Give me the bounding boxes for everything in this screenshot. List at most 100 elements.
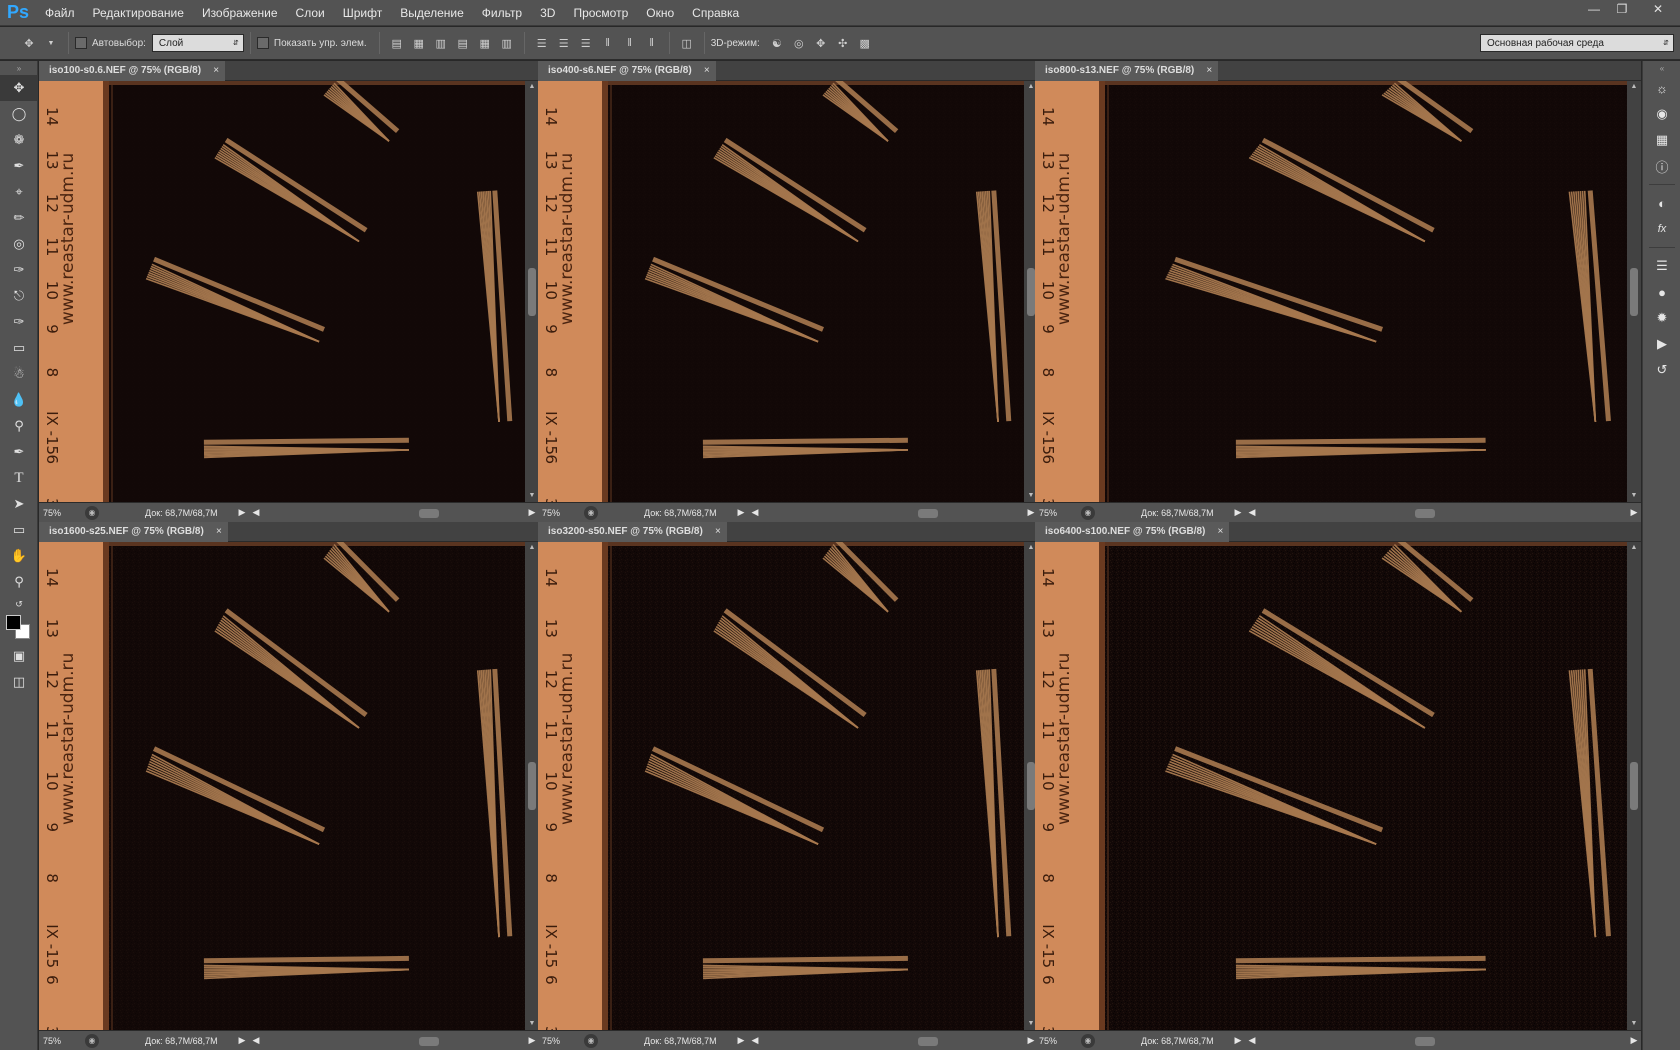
menu-layers[interactable]: Слои bbox=[287, 0, 334, 26]
healing-brush-tool-icon[interactable]: ◎ bbox=[0, 231, 38, 257]
show-controls-checkbox[interactable] bbox=[256, 37, 269, 49]
history-brush-tool-icon[interactable]: ✑ bbox=[0, 309, 38, 335]
scroll-thumb[interactable] bbox=[528, 267, 536, 316]
zoom-level[interactable]: 75% bbox=[1035, 508, 1081, 518]
eraser-tool-icon[interactable]: ▭ bbox=[0, 335, 38, 361]
document-canvas[interactable]: 141312111098IX -15635-72www.reastar-udm.… bbox=[1035, 542, 1627, 1030]
styles-panel-icon[interactable]: fx bbox=[1643, 216, 1680, 242]
horizontal-scrollbar[interactable] bbox=[263, 506, 517, 520]
document-tab[interactable]: iso1600-s25.NEF @ 75% (RGB/8) × bbox=[39, 522, 228, 542]
menu-window[interactable]: Окно bbox=[637, 0, 683, 26]
color-panel-icon[interactable]: ◉ bbox=[1643, 101, 1680, 127]
expand-panels-icon[interactable]: « bbox=[1643, 61, 1680, 75]
hand-tool-icon[interactable]: ✋ bbox=[0, 543, 38, 569]
scroll-down-icon[interactable]: ▼ bbox=[1027, 492, 1035, 500]
channels-panel-icon[interactable]: ● bbox=[1643, 279, 1680, 305]
move-tool-icon[interactable]: ✥ bbox=[0, 75, 38, 101]
info-panel-icon[interactable]: ⓘ bbox=[1643, 153, 1680, 179]
collapse-icon[interactable]: » bbox=[0, 61, 38, 75]
horizontal-scrollbar[interactable] bbox=[1259, 1034, 1619, 1048]
close-tab-icon[interactable]: × bbox=[715, 522, 721, 542]
menu-type[interactable]: Шрифт bbox=[334, 0, 391, 26]
horizontal-scrollbar[interactable] bbox=[762, 506, 1016, 520]
zoom-level[interactable]: 75% bbox=[39, 508, 85, 518]
navigator-icon[interactable]: ☼ bbox=[1643, 75, 1680, 101]
zoom-level[interactable]: 75% bbox=[1035, 1036, 1081, 1046]
distribute-vcenter-icon[interactable]: ☰ bbox=[555, 34, 573, 52]
document-window[interactable]: iso1600-s25.NEF @ 75% (RGB/8) × 14 13 12 11… bbox=[39, 522, 539, 1050]
scroll-thumb[interactable] bbox=[1630, 267, 1638, 316]
share-icon[interactable]: ◉ bbox=[85, 505, 99, 520]
scroll-down-icon[interactable]: ▼ bbox=[1630, 1020, 1638, 1028]
document-tab[interactable]: iso6400-s100.NEF @ 75% (RGB/8) × bbox=[1035, 522, 1230, 542]
distribute-right-icon[interactable]: ‖ bbox=[643, 34, 661, 52]
horizontal-scrollbar[interactable] bbox=[263, 1034, 517, 1048]
menu-view[interactable]: Просмотр bbox=[564, 0, 637, 26]
close-tab-icon[interactable]: × bbox=[216, 522, 222, 542]
menu-edit[interactable]: Редактирование bbox=[84, 0, 193, 26]
share-icon[interactable]: ◉ bbox=[584, 1033, 598, 1048]
dodge-tool-icon[interactable]: ⚲ bbox=[0, 413, 38, 439]
close-tab-icon[interactable]: × bbox=[213, 61, 219, 81]
share-icon[interactable]: ◉ bbox=[1081, 1033, 1095, 1048]
distribute-bottom-icon[interactable]: ☰ bbox=[577, 34, 595, 52]
align-left-icon[interactable]: ▤ bbox=[454, 34, 472, 52]
scroll-right-icon[interactable]: ▶ bbox=[525, 507, 539, 518]
align-vcenter-icon[interactable]: ▦ bbox=[410, 34, 428, 52]
status-menu-arrow-icon[interactable]: ▶ bbox=[734, 507, 748, 518]
document-window[interactable]: iso400-s6.NEF @ 75% (RGB/8) × 14 13 12 11 10… bbox=[538, 61, 1038, 522]
status-menu-arrow-icon[interactable]: ▶ bbox=[235, 1035, 249, 1046]
path-select-tool-icon[interactable]: ➤ bbox=[0, 491, 38, 517]
scroll-thumb[interactable] bbox=[1630, 762, 1638, 810]
swap-colors-icon[interactable]: ↺ bbox=[0, 595, 38, 613]
vertical-scrollbar[interactable]: ▲ ▼ bbox=[1627, 542, 1641, 1030]
scroll-thumb[interactable] bbox=[419, 508, 439, 518]
status-menu-arrow-icon[interactable]: ▶ bbox=[1231, 1035, 1245, 1046]
auto-align-icon[interactable]: ◫ bbox=[678, 34, 696, 52]
status-menu-arrow-icon[interactable]: ▶ bbox=[1231, 507, 1245, 518]
menu-file[interactable]: Файл bbox=[36, 0, 84, 26]
scroll-thumb[interactable] bbox=[1415, 508, 1435, 518]
scroll-thumb[interactable] bbox=[918, 1036, 938, 1046]
document-canvas[interactable]: 141312111098IX -15635-72www.reastar-udm.… bbox=[538, 542, 1024, 1030]
roll-3d-icon[interactable]: ◎ bbox=[790, 34, 808, 52]
status-menu-arrow-icon[interactable]: ▶ bbox=[235, 507, 249, 518]
share-icon[interactable]: ◉ bbox=[584, 505, 598, 520]
status-menu-arrow-icon[interactable]: ▶ bbox=[734, 1035, 748, 1046]
horizontal-scrollbar[interactable] bbox=[1259, 506, 1619, 520]
document-tab[interactable]: iso800-s13.NEF @ 75% (RGB/8) × bbox=[1035, 61, 1219, 81]
document-window[interactable]: iso6400-s100.NEF @ 75% (RGB/8) × 14 13 12 1… bbox=[1035, 522, 1641, 1050]
lasso-tool-icon[interactable]: ❁ bbox=[0, 127, 38, 153]
document-canvas[interactable]: 141312111098IX -15635-72www.reastar-udm.… bbox=[39, 542, 525, 1030]
brush-tool-icon[interactable]: ✑ bbox=[0, 257, 38, 283]
close-tab-icon[interactable]: × bbox=[1218, 522, 1224, 542]
scroll-up-icon[interactable]: ▲ bbox=[1027, 83, 1035, 91]
align-right-icon[interactable]: ▥ bbox=[498, 34, 516, 52]
eyedropper-tool-icon[interactable]: ✏ bbox=[0, 205, 38, 231]
marquee-tool-icon[interactable]: ◯ bbox=[0, 101, 38, 127]
minimize-icon[interactable]: — bbox=[1580, 0, 1608, 18]
document-tab[interactable]: iso3200-s50.NEF @ 75% (RGB/8) × bbox=[538, 522, 727, 542]
pen-tool-icon[interactable]: ✒ bbox=[0, 439, 38, 465]
scroll-up-icon[interactable]: ▲ bbox=[1630, 83, 1638, 91]
scale-3d-icon[interactable]: ▩ bbox=[856, 34, 874, 52]
rectangle-tool-icon[interactable]: ▭ bbox=[0, 517, 38, 543]
pan-3d-icon[interactable]: ✥ bbox=[812, 34, 830, 52]
menu-select[interactable]: Выделение bbox=[391, 0, 473, 26]
orbit-3d-icon[interactable]: ☯ bbox=[768, 34, 786, 52]
blur-tool-icon[interactable]: 💧 bbox=[0, 387, 38, 413]
scroll-right-icon[interactable]: ▶ bbox=[1627, 507, 1641, 518]
workspace-select[interactable]: Основная рабочая среда ⇵ bbox=[1480, 34, 1674, 52]
autoselect-checkbox[interactable] bbox=[75, 37, 87, 49]
actions-panel-icon[interactable]: ▶ bbox=[1643, 331, 1680, 357]
scroll-up-icon[interactable]: ▲ bbox=[1630, 544, 1638, 552]
zoom-level[interactable]: 75% bbox=[538, 1036, 584, 1046]
document-canvas[interactable]: 141312111098IX -15635-72www.reastar-udm.… bbox=[1035, 81, 1627, 502]
restore-icon[interactable]: ❐ bbox=[1608, 0, 1636, 18]
zoom-tool-icon[interactable]: ⚲ bbox=[0, 569, 38, 595]
scroll-thumb[interactable] bbox=[1415, 1036, 1435, 1046]
scroll-left-icon[interactable]: ◀ bbox=[748, 507, 762, 518]
align-top-icon[interactable]: ▤ bbox=[388, 34, 406, 52]
scroll-thumb[interactable] bbox=[918, 508, 938, 518]
scroll-left-icon[interactable]: ◀ bbox=[1245, 1035, 1259, 1046]
